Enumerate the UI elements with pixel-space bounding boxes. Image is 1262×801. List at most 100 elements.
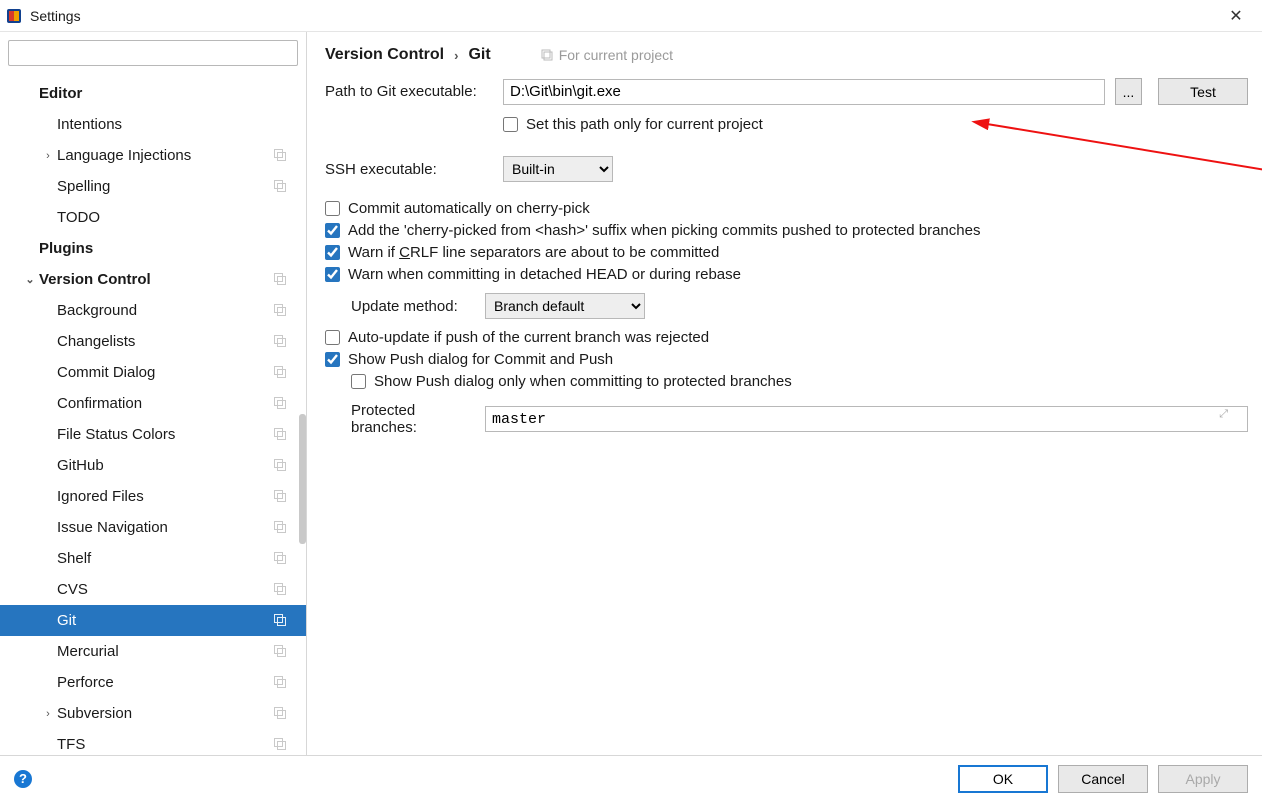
- project-scope-icon: [274, 397, 286, 409]
- crlf-label: Warn if CRLF line separators are about t…: [348, 244, 719, 261]
- sidebar-item-github[interactable]: GitHub: [0, 450, 306, 481]
- git-path-input[interactable]: [503, 79, 1105, 105]
- chevron-icon: ⌄: [23, 273, 37, 286]
- crlf-checkbox[interactable]: [325, 245, 340, 260]
- sidebar-item-label: TODO: [57, 209, 100, 226]
- window-title: Settings: [30, 8, 1216, 24]
- sidebar-item-commit-dialog[interactable]: Commit Dialog: [0, 357, 306, 388]
- project-scope-icon: [274, 614, 286, 626]
- sidebar-item-perforce[interactable]: Perforce: [0, 667, 306, 698]
- sidebar-item-issue-navigation[interactable]: Issue Navigation: [0, 512, 306, 543]
- help-icon[interactable]: ?: [14, 770, 32, 788]
- cherry-suffix-label: Add the 'cherry-picked from <hash>' suff…: [348, 222, 980, 239]
- sidebar-item-label: Plugins: [39, 240, 93, 257]
- titlebar: Settings ✕: [0, 0, 1262, 32]
- project-scope-icon: [274, 304, 286, 316]
- sidebar-item-subversion[interactable]: ›Subversion: [0, 698, 306, 729]
- sidebar-item-label: Background: [57, 302, 137, 319]
- sidebar-item-shelf[interactable]: Shelf: [0, 543, 306, 574]
- project-scope-icon: [274, 149, 286, 161]
- auto-update-label: Auto-update if push of the current branc…: [348, 329, 709, 346]
- sidebar-item-label: GitHub: [57, 457, 104, 474]
- commit-auto-label: Commit automatically on cherry-pick: [348, 200, 590, 217]
- sidebar-item-label: TFS: [57, 736, 85, 753]
- search-input[interactable]: [8, 40, 298, 66]
- sidebar-item-file-status-colors[interactable]: File Status Colors: [0, 419, 306, 450]
- sidebar-item-version-control[interactable]: ⌄Version Control: [0, 264, 306, 295]
- sidebar-item-label: Spelling: [57, 178, 110, 195]
- show-push-protected-label: Show Push dialog only when committing to…: [374, 373, 792, 390]
- sidebar-item-spelling[interactable]: Spelling: [0, 171, 306, 202]
- project-scope-icon: [274, 583, 286, 595]
- show-push-label: Show Push dialog for Commit and Push: [348, 351, 613, 368]
- app-icon: [6, 8, 22, 24]
- show-push-protected-checkbox[interactable]: [351, 374, 366, 389]
- chevron-icon: ›: [41, 708, 55, 720]
- browse-button[interactable]: ...: [1115, 78, 1142, 105]
- apply-button[interactable]: Apply: [1158, 765, 1248, 793]
- breadcrumb: Version Control › Git For current projec…: [325, 46, 1248, 78]
- project-scope-icon: [274, 738, 286, 750]
- test-button[interactable]: Test: [1158, 78, 1248, 105]
- sidebar-item-label: Ignored Files: [57, 488, 144, 505]
- project-scope-icon: [274, 335, 286, 347]
- path-label: Path to Git executable:: [325, 83, 493, 100]
- sidebar-item-label: Shelf: [57, 550, 91, 567]
- ssh-label: SSH executable:: [325, 161, 493, 178]
- cherry-suffix-checkbox[interactable]: [325, 223, 340, 238]
- project-scope-icon: [274, 521, 286, 533]
- sidebar-item-confirmation[interactable]: Confirmation: [0, 388, 306, 419]
- project-scope-icon: [274, 459, 286, 471]
- sidebar-item-cvs[interactable]: CVS: [0, 574, 306, 605]
- protected-label: Protected branches:: [325, 402, 475, 436]
- project-scope-icon: [274, 676, 286, 688]
- sidebar-item-ignored-files[interactable]: Ignored Files: [0, 481, 306, 512]
- project-scope-icon: [274, 707, 286, 719]
- detached-checkbox[interactable]: [325, 267, 340, 282]
- sidebar-item-changelists[interactable]: Changelists: [0, 326, 306, 357]
- sidebar-item-todo[interactable]: TODO: [0, 202, 306, 233]
- sidebar-item-label: Commit Dialog: [57, 364, 155, 381]
- sidebar-item-language-injections[interactable]: ›Language Injections: [0, 140, 306, 171]
- only-project-label: Set this path only for current project: [526, 116, 763, 133]
- detached-label: Warn when committing in detached HEAD or…: [348, 266, 741, 283]
- commit-auto-checkbox[interactable]: [325, 201, 340, 216]
- sidebar-item-mercurial[interactable]: Mercurial: [0, 636, 306, 667]
- sidebar-item-label: Subversion: [57, 705, 132, 722]
- sidebar-item-git[interactable]: Git: [0, 605, 306, 636]
- close-icon[interactable]: ✕: [1216, 6, 1256, 26]
- protected-branches-input[interactable]: [485, 406, 1248, 432]
- content-pane: Version Control › Git For current projec…: [307, 32, 1262, 755]
- update-method-select[interactable]: Branch default: [485, 293, 645, 319]
- sidebar-item-tfs[interactable]: TFS: [0, 729, 306, 755]
- breadcrumb-page: Git: [468, 46, 490, 64]
- show-push-checkbox[interactable]: [325, 352, 340, 367]
- sidebar-item-label: Issue Navigation: [57, 519, 168, 536]
- project-scope-icon: [274, 490, 286, 502]
- project-scope-hint: For current project: [541, 47, 673, 63]
- sidebar-item-plugins[interactable]: Plugins: [0, 233, 306, 264]
- sidebar-item-label: Mercurial: [57, 643, 119, 660]
- chevron-icon: ›: [41, 150, 55, 162]
- sidebar-item-label: Changelists: [57, 333, 135, 350]
- project-scope-icon: [274, 645, 286, 657]
- sidebar-item-intentions[interactable]: Intentions: [0, 109, 306, 140]
- only-project-checkbox[interactable]: [503, 117, 518, 132]
- auto-update-checkbox[interactable]: [325, 330, 340, 345]
- project-scope-icon: [274, 273, 286, 285]
- sidebar-item-label: Confirmation: [57, 395, 142, 412]
- dialog-footer: ? OK Cancel Apply: [0, 755, 1262, 801]
- ssh-select[interactable]: Built-in: [503, 156, 613, 182]
- cancel-button[interactable]: Cancel: [1058, 765, 1148, 793]
- sidebar-item-background[interactable]: Background: [0, 295, 306, 326]
- scrollbar-thumb[interactable]: [299, 414, 306, 544]
- ok-button[interactable]: OK: [958, 765, 1048, 793]
- sidebar-item-label: Intentions: [57, 116, 122, 133]
- sidebar-item-label: Editor: [39, 85, 82, 102]
- sidebar-item-label: Version Control: [39, 271, 151, 288]
- project-scope-icon: [274, 366, 286, 378]
- sidebar-item-editor[interactable]: Editor: [0, 78, 306, 109]
- sidebar-item-label: File Status Colors: [57, 426, 175, 443]
- sidebar-item-label: Git: [57, 612, 76, 629]
- project-scope-icon: [274, 552, 286, 564]
